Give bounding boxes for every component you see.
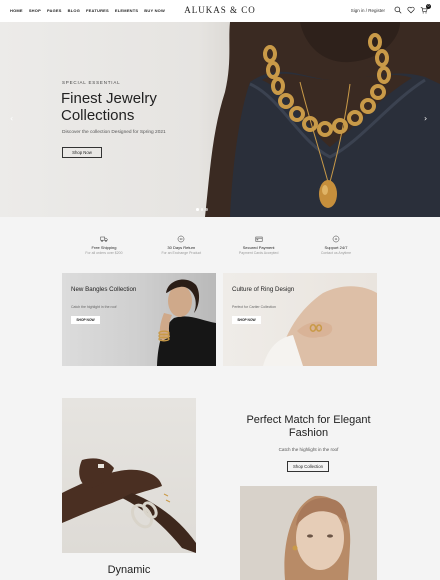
promo-right-subtitle: Catch the highlight in the roof — [278, 447, 339, 452]
collection-subtitle: Catch the highlight in the roof — [71, 305, 117, 309]
collection-title: Culture of Ring Design — [232, 286, 295, 293]
hero-shop-now-button[interactable]: Shop Now — [62, 147, 102, 158]
svg-text:30: 30 — [180, 237, 183, 241]
return-icon: 30 — [178, 235, 185, 243]
collection-subtitle: Perfect for Cartier Collection — [232, 305, 276, 309]
feature-subtitle: Payment Cards Accepted — [238, 251, 279, 255]
slider-dot[interactable] — [200, 208, 203, 211]
slider-dots — [196, 208, 208, 211]
header-actions: Sign in / Register 0 — [351, 4, 431, 14]
cart-icon[interactable]: 0 — [420, 4, 431, 14]
feature-title: Secured Payment — [242, 245, 275, 250]
slider-dot[interactable] — [205, 208, 208, 211]
cart-count-badge: 0 — [426, 4, 431, 9]
collection-shop-now-button[interactable]: SHOP NOW — [232, 316, 261, 324]
slider-dot[interactable] — [196, 208, 199, 211]
feature-subtitle: Contact us Anytime — [320, 251, 352, 255]
hero-eyebrow: SPECIAL ESSENTIAL — [62, 80, 121, 85]
promo-right-title: Perfect Match for Elegant Fashion — [246, 414, 371, 439]
promo-left-title: Dynamic — [107, 564, 151, 576]
feature-title: Support 24/7 — [324, 245, 348, 250]
hero-subtitle: Discover the collection Designed for Spr… — [62, 130, 166, 135]
card-icon — [255, 236, 263, 242]
collection-shop-now-button[interactable]: SHOP NOW — [71, 316, 100, 324]
heart-icon[interactable] — [407, 6, 415, 14]
search-icon[interactable] — [394, 6, 402, 14]
hero-title: Finest Jewelry Collections — [61, 90, 157, 124]
slider-prev-arrow-icon[interactable]: ‹ — [10, 114, 13, 123]
feature-subtitle: For an Exchange Product — [161, 251, 202, 255]
site-header: HOME SHOP PAGES BLOG FEATURES ELEMENTS B… — [0, 0, 440, 22]
feature-free-shipping: Free Shipping For all orders over $200 — [70, 235, 138, 260]
feature-title: Free Shipping — [91, 245, 117, 250]
collection-title: New Bangles Collection — [71, 286, 137, 293]
portrait-model-image — [240, 486, 377, 580]
features-row: Free Shipping For all orders over $200 3… — [70, 235, 370, 260]
svg-text:24: 24 — [335, 239, 338, 241]
collection-card-bangles[interactable]: New Bangles Collection Catch the highlig… — [62, 273, 216, 366]
feature-support: 24 Support 24/7 Contact us Anytime — [302, 235, 370, 260]
truck-icon — [100, 236, 108, 242]
slider-next-arrow-icon[interactable]: › — [424, 114, 427, 123]
feature-subtitle: For all orders over $200 — [85, 251, 123, 255]
hero-slider: SPECIAL ESSENTIAL Finest Jewelry Collect… — [0, 22, 440, 217]
feature-title: 30 Days Return — [167, 245, 196, 250]
collection-card-rings[interactable]: Culture of Ring Design Perfect for Carti… — [223, 273, 377, 366]
support-icon: 24 — [332, 235, 340, 243]
signin-link[interactable]: Sign in / Register — [351, 8, 385, 13]
hands-jewelry-image — [62, 398, 196, 553]
shop-collection-button[interactable]: Shop Collection — [287, 461, 329, 472]
feature-secured-payment: Secured Payment Payment Cards Accepted — [225, 235, 293, 260]
feature-30-days-return: 30 30 Days Return For an Exchange Produc… — [147, 235, 215, 260]
